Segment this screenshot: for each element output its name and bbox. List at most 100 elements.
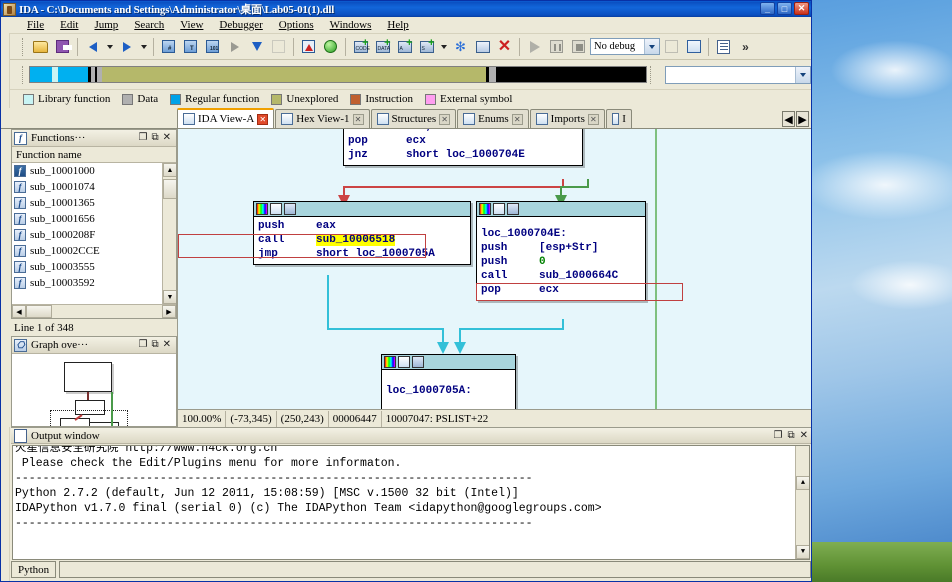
make-ascii-button[interactable]: +A — [394, 36, 415, 57]
functions-horizontal-scrollbar[interactable]: ◀ ▶ — [12, 304, 176, 318]
function-list-item[interactable]: fsub_10003555 — [12, 259, 176, 275]
graph-overview-close-button[interactable]: ✕ — [163, 340, 171, 350]
scroll-down-icon[interactable]: ▼ — [796, 545, 810, 559]
maximize-button[interactable]: □ — [777, 2, 792, 15]
save-button[interactable] — [52, 36, 73, 57]
node-edit-icon[interactable] — [493, 203, 505, 215]
debug-run-button[interactable] — [524, 36, 545, 57]
toolbar-grip[interactable] — [22, 38, 26, 56]
function-list-item[interactable]: fsub_10001000 — [12, 163, 176, 179]
tab-hex-view-1[interactable]: Hex View-1 ✕ — [275, 109, 369, 128]
cut-button[interactable] — [268, 36, 289, 57]
scroll-left-icon[interactable]: ◀ — [12, 305, 26, 318]
function-list-item[interactable]: fsub_10003592 — [12, 275, 176, 291]
run-button[interactable] — [320, 36, 341, 57]
call-target[interactable]: sub_1000664C — [539, 270, 618, 282]
tab-enums[interactable]: Enums ✕ — [457, 109, 529, 128]
open-file-button[interactable] — [30, 36, 51, 57]
chevron-down-icon[interactable] — [644, 39, 659, 54]
problems-button[interactable] — [298, 36, 319, 57]
make-struct-button[interactable]: +S — [416, 36, 437, 57]
navband-grip[interactable] — [22, 66, 26, 84]
menu-item-view[interactable]: View — [172, 18, 211, 32]
navband-grip2[interactable] — [650, 66, 654, 84]
jump-button[interactable] — [224, 36, 245, 57]
forward-button[interactable] — [116, 36, 137, 57]
chevron-down-icon[interactable] — [795, 67, 810, 83]
functions-column-header[interactable]: Function name — [12, 147, 176, 163]
graph-overview-canvas[interactable] — [12, 354, 176, 426]
scroll-up-icon[interactable]: ▲ — [796, 476, 810, 490]
function-list-item[interactable]: fsub_10002CCE — [12, 243, 176, 259]
menu-item-search[interactable]: Search — [126, 18, 172, 32]
output-vertical-scrollbar[interactable]: ▲ ▼ — [795, 446, 809, 559]
scroll-right-icon[interactable]: ▶ — [162, 305, 176, 318]
tab-structures[interactable]: Structures ✕ — [371, 109, 457, 128]
node-edit-icon[interactable] — [398, 356, 410, 368]
function-list-item[interactable]: fsub_10001365 — [12, 195, 176, 211]
search-numeric-button[interactable]: 101 — [202, 36, 223, 57]
make-code-button[interactable]: +CODE — [350, 36, 371, 57]
tab-close-icon[interactable]: ✕ — [439, 114, 450, 125]
forward-history-button[interactable] — [138, 36, 149, 57]
node-color-icon[interactable] — [479, 203, 491, 215]
menu-item-file[interactable]: File — [19, 18, 52, 32]
graph-node-top[interactable]: testeax, eax popecx jnzshort loc_1000704… — [343, 129, 583, 166]
search-hash-button[interactable]: # — [158, 36, 179, 57]
graph-overview-restore-button[interactable]: ❐ — [139, 340, 148, 350]
ida-graph-view[interactable]: testeax, eax popecx jnzshort loc_1000704… — [177, 129, 811, 427]
menu-item-debugger[interactable]: Debugger — [211, 18, 270, 32]
menu-item-jump[interactable]: Jump — [86, 18, 126, 32]
edit-button[interactable] — [472, 36, 493, 57]
tab-close-icon[interactable]: ✕ — [512, 114, 523, 125]
jump-address-combo[interactable] — [665, 66, 812, 84]
scroll-down-icon[interactable]: ▼ — [163, 290, 176, 304]
graph-overview-float-button[interactable]: ⧉ — [151, 340, 158, 350]
struct-dropdown-button[interactable] — [438, 36, 449, 57]
output-close-button[interactable]: ✕ — [800, 431, 808, 441]
menu-item-options[interactable]: Options — [271, 18, 322, 32]
output-restore-button[interactable]: ❐ — [774, 431, 783, 441]
functions-vertical-scrollbar[interactable]: ▲ ▼ — [162, 163, 176, 304]
command-input[interactable] — [59, 561, 811, 578]
functions-panel-close-button[interactable]: ✕ — [163, 133, 171, 143]
node-group-icon[interactable] — [507, 203, 519, 215]
node-group-icon[interactable] — [284, 203, 296, 215]
navigator-bar[interactable] — [29, 66, 647, 83]
back-button[interactable] — [82, 36, 103, 57]
delete-button[interactable]: ✕ — [494, 36, 515, 57]
output-float-button[interactable]: ⧉ — [787, 431, 794, 441]
make-unexplored-button[interactable]: ✻ — [450, 36, 471, 57]
tab-scroll-prev-button[interactable]: ◀ — [782, 111, 795, 127]
debugger-select[interactable]: No debug — [590, 38, 660, 55]
tab-scroll-next-button[interactable]: ▶ — [796, 111, 809, 127]
menu-item-help[interactable]: Help — [379, 18, 416, 32]
back-history-button[interactable] — [104, 36, 115, 57]
function-list-item[interactable]: fsub_10001656 — [12, 211, 176, 227]
tab-ida-view-a[interactable]: IDA View-A ✕ — [177, 108, 274, 128]
tab-python[interactable]: Python — [11, 561, 56, 578]
tab-close-icon[interactable]: ✕ — [588, 114, 599, 125]
close-button[interactable]: ✕ — [794, 2, 809, 15]
output-window-text[interactable]: 火星信息安全研究院 http://www.n4ck.org.cn Please … — [12, 445, 810, 560]
functions-panel-restore-button[interactable]: ❐ — [139, 133, 148, 143]
graph-node-bottom[interactable]: loc_1000705A: — [381, 354, 516, 414]
node-color-icon[interactable] — [384, 356, 396, 368]
search-text-button[interactable]: T — [180, 36, 201, 57]
menu-item-windows[interactable]: Windows — [322, 18, 380, 32]
function-list-item[interactable]: fsub_10001074 — [12, 179, 176, 195]
minimize-button[interactable]: _ — [760, 2, 775, 15]
functions-panel-float-button[interactable]: ⧉ — [151, 133, 158, 143]
jump-down-button[interactable] — [246, 36, 267, 57]
step-into-button[interactable] — [661, 36, 682, 57]
tab-close-icon[interactable]: ✕ — [257, 114, 268, 125]
node-color-icon[interactable] — [256, 203, 268, 215]
make-data-button[interactable]: +DATA — [372, 36, 393, 57]
scroll-thumb[interactable] — [163, 179, 176, 199]
debug-stop-button[interactable] — [568, 36, 589, 57]
scroll-up-icon[interactable]: ▲ — [163, 163, 176, 177]
tab-exports[interactable]: I — [606, 109, 632, 128]
step-over-button[interactable] — [683, 36, 704, 57]
scroll-thumb-h[interactable] — [26, 305, 52, 318]
toolbar-overflow-button[interactable]: » — [735, 36, 756, 57]
